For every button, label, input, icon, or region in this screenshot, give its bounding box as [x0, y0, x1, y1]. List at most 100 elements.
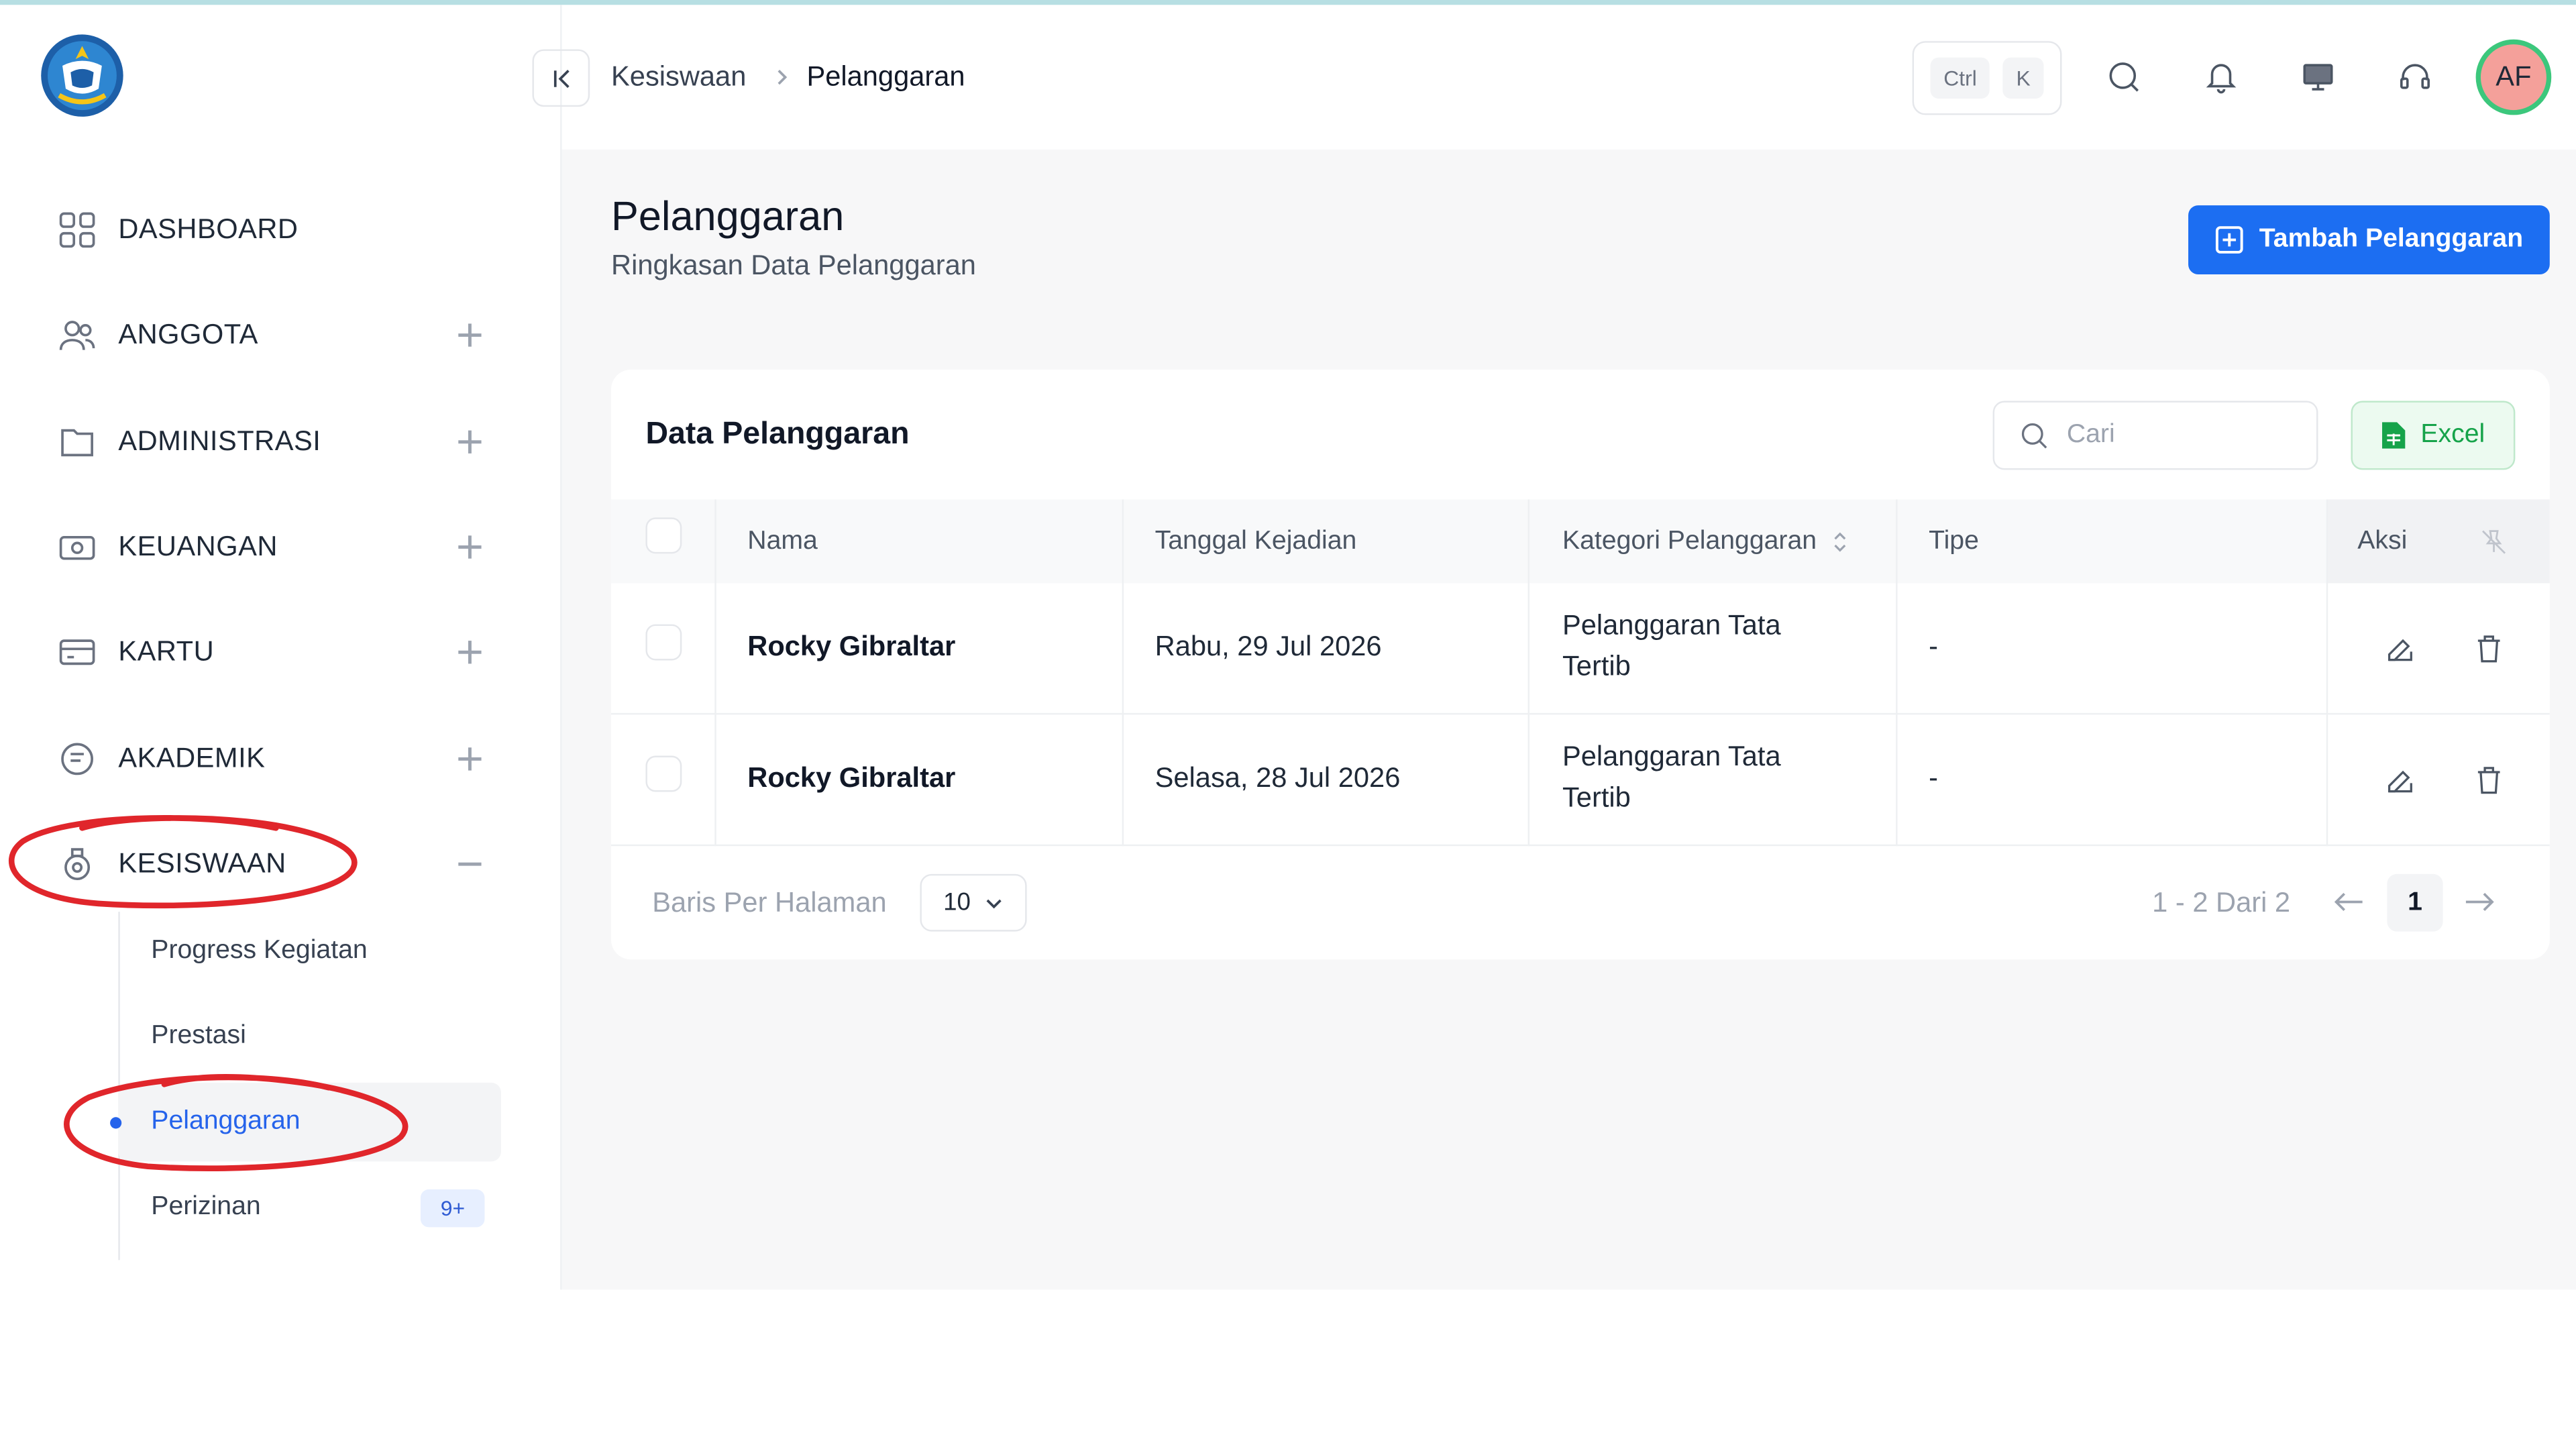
expand-plus-icon[interactable] [457, 746, 483, 772]
unpin-icon[interactable] [2479, 499, 2509, 583]
search-input[interactable] [2066, 420, 2281, 451]
search-icon [2021, 423, 2047, 449]
cell-tanggal: Selasa, 28 Jul 2026 [1155, 762, 1401, 794]
table-title: Data Pelanggaran [645, 417, 910, 452]
collapse-minus-icon[interactable] [457, 851, 483, 877]
data-table-card: Data Pelanggaran Excel Nama Tanggal Keja… [611, 370, 2550, 960]
cell-kategori-line1: Pelanggaran Tata [1562, 609, 1781, 641]
previous-page-arrow-icon[interactable] [2331, 884, 2367, 920]
notification-badge: 9+ [421, 1188, 485, 1227]
user-avatar[interactable]: AF [2475, 39, 2552, 115]
users-icon [56, 314, 99, 357]
edit-icon[interactable] [2381, 761, 2420, 800]
page-title: Pelanggaran [611, 193, 845, 240]
next-page-arrow-icon[interactable] [2461, 884, 2498, 920]
table-row[interactable]: Rocky Gibraltar Selasa, 28 Jul 2026 Pela… [611, 714, 2550, 847]
sidebar-item-anggota[interactable]: ANGGOTA [56, 312, 509, 358]
column-header-aksi: Aksi [2357, 526, 2408, 555]
expand-plus-icon[interactable] [457, 639, 483, 665]
rows-per-page-value: 10 [943, 888, 971, 917]
select-all-checkbox[interactable] [645, 517, 682, 554]
cell-tipe: - [1929, 631, 1938, 662]
cell-nama: Rocky Gibraltar [747, 762, 956, 794]
submenu-item-perizinan[interactable]: Perizinan 9+ [118, 1168, 501, 1247]
page-subtitle: Ringkasan Data Pelanggaran [611, 250, 976, 281]
cell-tanggal: Rabu, 29 Jul 2026 [1155, 631, 1382, 662]
add-pelanggaran-button[interactable]: Tambah Pelanggaran [2188, 205, 2550, 274]
trash-icon[interactable] [2469, 761, 2509, 800]
student-icon [56, 843, 99, 885]
column-header-tanggal[interactable]: Tanggal Kejadian [1155, 499, 1357, 583]
cell-tipe: - [1929, 762, 1938, 794]
column-header-nama[interactable]: Nama [747, 499, 818, 583]
sidebar-item-label: KEUANGAN [118, 531, 278, 562]
submenu-label: Perizinan [151, 1192, 261, 1221]
sidebar-item-label: AKADEMIK [118, 742, 266, 774]
sidebar-item-label: DASHBOARD [118, 213, 299, 245]
table-row[interactable]: Rocky Gibraltar Rabu, 29 Jul 2026 Pelang… [611, 583, 2550, 715]
chevron-down-icon [986, 898, 1002, 908]
search-icon[interactable] [2103, 56, 2146, 99]
sidebar-item-keuangan[interactable]: KEUANGAN [56, 524, 509, 570]
collapse-left-icon [553, 68, 569, 87]
sidebar-item-kartu[interactable]: KARTU [56, 629, 509, 676]
sidebar-item-label: KESISWAAN [118, 847, 286, 879]
export-excel-button[interactable]: Excel [2351, 400, 2516, 470]
breadcrumb-kesiswaan[interactable]: Kesiswaan [611, 61, 746, 94]
sidebar-item-akademik[interactable]: AKADEMIK [56, 736, 509, 782]
cell-kategori-line1: Pelanggaran Tata [1562, 741, 1781, 773]
add-button-label: Tambah Pelanggaran [2259, 225, 2524, 254]
breadcrumb-pelanggaran: Pelanggaran [806, 60, 965, 93]
chevron-right-icon [772, 64, 792, 97]
trash-icon[interactable] [2469, 629, 2509, 669]
headset-icon[interactable] [2394, 56, 2436, 99]
sidebar-item-label: KARTU [118, 635, 215, 667]
expand-plus-icon[interactable] [457, 534, 483, 560]
cell-kategori-line2: Tertib [1562, 782, 1631, 814]
academic-icon [56, 738, 99, 781]
sidebar-item-administrasi[interactable]: ADMINISTRASI [56, 419, 509, 465]
sidebar-item-dashboard[interactable]: DASHBOARD [56, 207, 509, 254]
top-accent-line [0, 0, 2576, 5]
column-header-kategori[interactable]: Kategori Pelanggaran [1562, 499, 1849, 583]
sidebar-item-label: ADMINISTRASI [118, 425, 321, 457]
expand-plus-icon[interactable] [457, 429, 483, 455]
column-header-tipe[interactable]: Tipe [1929, 499, 1979, 583]
bell-icon[interactable] [2200, 56, 2243, 99]
active-indicator-dot [110, 1116, 122, 1128]
pagination-range: 1 - 2 Dari 2 [2152, 887, 2291, 918]
submenu-label: Progress Kegiatan [151, 936, 368, 965]
spreadsheet-icon [2383, 422, 2406, 449]
card-icon [56, 631, 99, 674]
submenu-item-progress-kegiatan[interactable]: Progress Kegiatan [118, 912, 501, 991]
k-key: K [2002, 57, 2044, 99]
edit-icon[interactable] [2381, 629, 2420, 669]
row-checkbox[interactable] [645, 624, 682, 661]
rows-per-page-select[interactable]: 10 [920, 873, 1027, 932]
table-header: Nama Tanggal Kejadian Kategori Pelanggar… [611, 499, 2550, 584]
folder-icon [56, 421, 99, 464]
school-logo-icon[interactable] [40, 33, 125, 118]
sidebar-item-kesiswaan[interactable]: KESISWAAN [56, 841, 509, 888]
page-number-button[interactable]: 1 [2387, 873, 2443, 932]
collapse-sidebar-button[interactable] [532, 49, 590, 107]
submenu-label: Pelanggaran [151, 1107, 301, 1136]
cell-nama: Rocky Gibraltar [747, 631, 956, 662]
rows-per-page-label: Baris Per Halaman [652, 887, 887, 918]
search-box[interactable] [1992, 400, 2318, 470]
submenu-item-pelanggaran[interactable]: Pelanggaran [110, 1082, 501, 1162]
money-icon [56, 526, 99, 569]
expand-plus-icon[interactable] [457, 322, 483, 348]
column-header-kategori-label: Kategori Pelanggaran [1562, 526, 1817, 555]
avatar-initials: AF [2496, 60, 2532, 93]
monitor-icon[interactable] [2297, 56, 2340, 99]
sort-icon[interactable] [1830, 530, 1849, 553]
submenu-label: Prestasi [151, 1022, 246, 1050]
plus-square-icon [2216, 226, 2244, 254]
sidebar-item-label: ANGGOTA [118, 319, 258, 350]
row-checkbox[interactable] [645, 755, 682, 792]
excel-button-label: Excel [2420, 420, 2485, 449]
submenu-item-prestasi[interactable]: Prestasi [118, 998, 501, 1077]
command-palette-shortcut[interactable]: Ctrl K [1912, 41, 2062, 115]
grid-icon [56, 209, 99, 252]
